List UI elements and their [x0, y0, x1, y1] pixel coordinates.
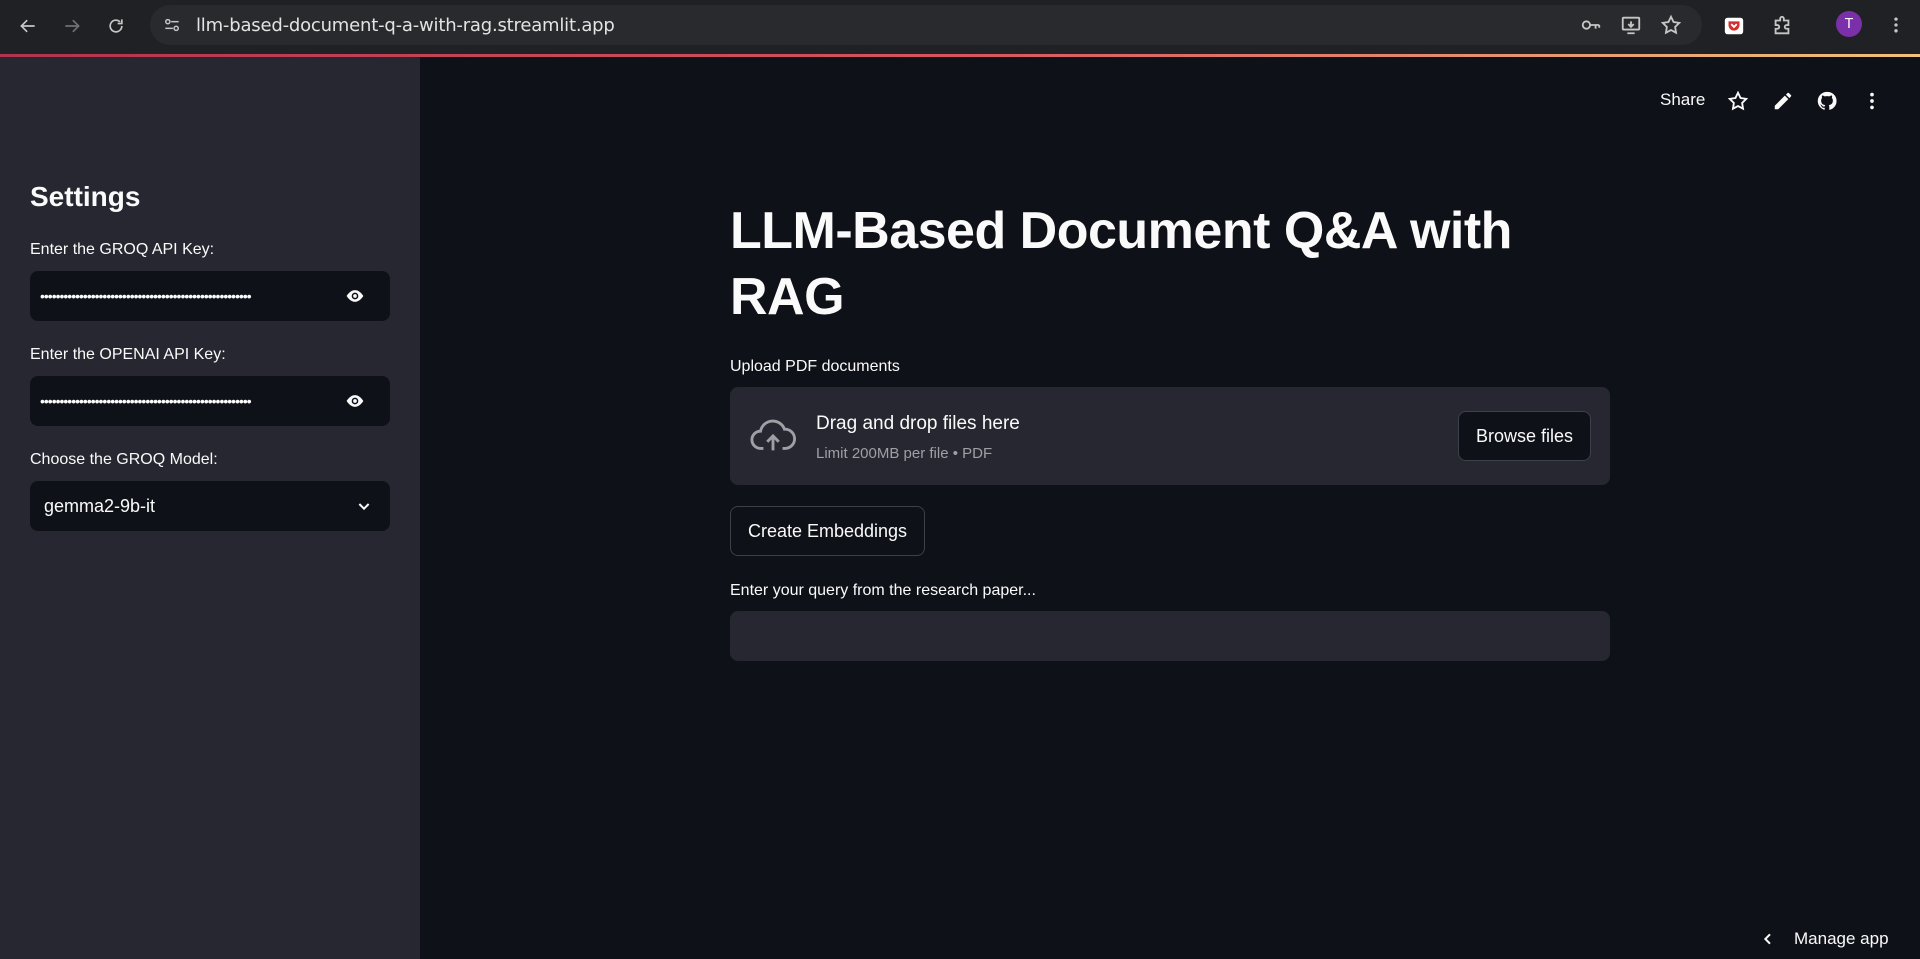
star-icon[interactable] [1726, 89, 1750, 113]
chevron-left-icon [1763, 933, 1771, 945]
url-text: llm-based-document-q-a-with-rag.streamli… [196, 14, 615, 36]
chevron-down-icon [358, 503, 370, 511]
page-title: LLM-Based Document Q&A with RAG [730, 202, 1512, 326]
bookmark-star-icon[interactable] [1658, 12, 1684, 38]
sidebar-title: Settings [30, 181, 141, 212]
address-bar[interactable]: llm-based-document-q-a-with-rag.streamli… [150, 5, 1702, 45]
profile-avatar[interactable]: T [1836, 11, 1862, 37]
github-icon[interactable] [1815, 89, 1839, 113]
password-key-icon[interactable] [1578, 12, 1604, 38]
back-icon[interactable] [12, 10, 44, 42]
site-settings-icon[interactable] [160, 13, 184, 37]
show-password-icon[interactable] [344, 286, 366, 306]
groq-key-value: ••••••••••••••••••••••••••••••••••••••••… [40, 288, 252, 304]
more-menu-icon[interactable] [1860, 89, 1884, 113]
openai-key-value: ••••••••••••••••••••••••••••••••••••••••… [40, 393, 252, 409]
model-select-value: gemma2-9b-it [44, 495, 156, 516]
extension-icon[interactable] [1720, 12, 1748, 40]
model-select[interactable]: gemma2-9b-it [30, 481, 390, 531]
sidebar: Settings Enter the GROQ API Key: •••••••… [0, 57, 420, 959]
install-app-icon[interactable] [1618, 12, 1644, 38]
share-button[interactable]: Share [1660, 90, 1705, 110]
model-select-label: Choose the GROQ Model: [30, 451, 218, 468]
create-embeddings-button[interactable]: Create Embeddings [730, 506, 925, 556]
chrome-menu-icon[interactable] [1884, 12, 1908, 38]
groq-key-input[interactable]: ••••••••••••••••••••••••••••••••••••••••… [30, 271, 390, 321]
manage-app-label: Manage app [1794, 929, 1889, 948]
groq-key-label: Enter the GROQ API Key: [30, 241, 215, 258]
openai-key-input[interactable]: ••••••••••••••••••••••••••••••••••••••••… [30, 376, 390, 426]
reload-icon[interactable] [100, 10, 132, 42]
show-password-icon[interactable] [344, 391, 366, 411]
cloud-upload-icon [750, 419, 796, 451]
file-dropzone[interactable]: Drag and drop files here Limit 200MB per… [730, 387, 1610, 485]
browse-files-button[interactable]: Browse files [1458, 411, 1591, 461]
edit-pencil-icon[interactable] [1771, 89, 1795, 113]
query-label: Enter your query from the research paper… [730, 582, 1036, 599]
upload-label: Upload PDF documents [730, 358, 900, 375]
forward-icon[interactable] [56, 10, 88, 42]
dropzone-title: Drag and drop files here [816, 413, 1020, 434]
extensions-puzzle-icon[interactable] [1768, 12, 1796, 40]
openai-key-label: Enter the OPENAI API Key: [30, 346, 226, 363]
manage-app-button[interactable]: Manage app [1760, 929, 1889, 949]
dropzone-limit: Limit 200MB per file • PDF [816, 445, 993, 462]
query-input[interactable] [730, 611, 1610, 661]
browser-toolbar: llm-based-document-q-a-with-rag.streamli… [0, 0, 1920, 56]
